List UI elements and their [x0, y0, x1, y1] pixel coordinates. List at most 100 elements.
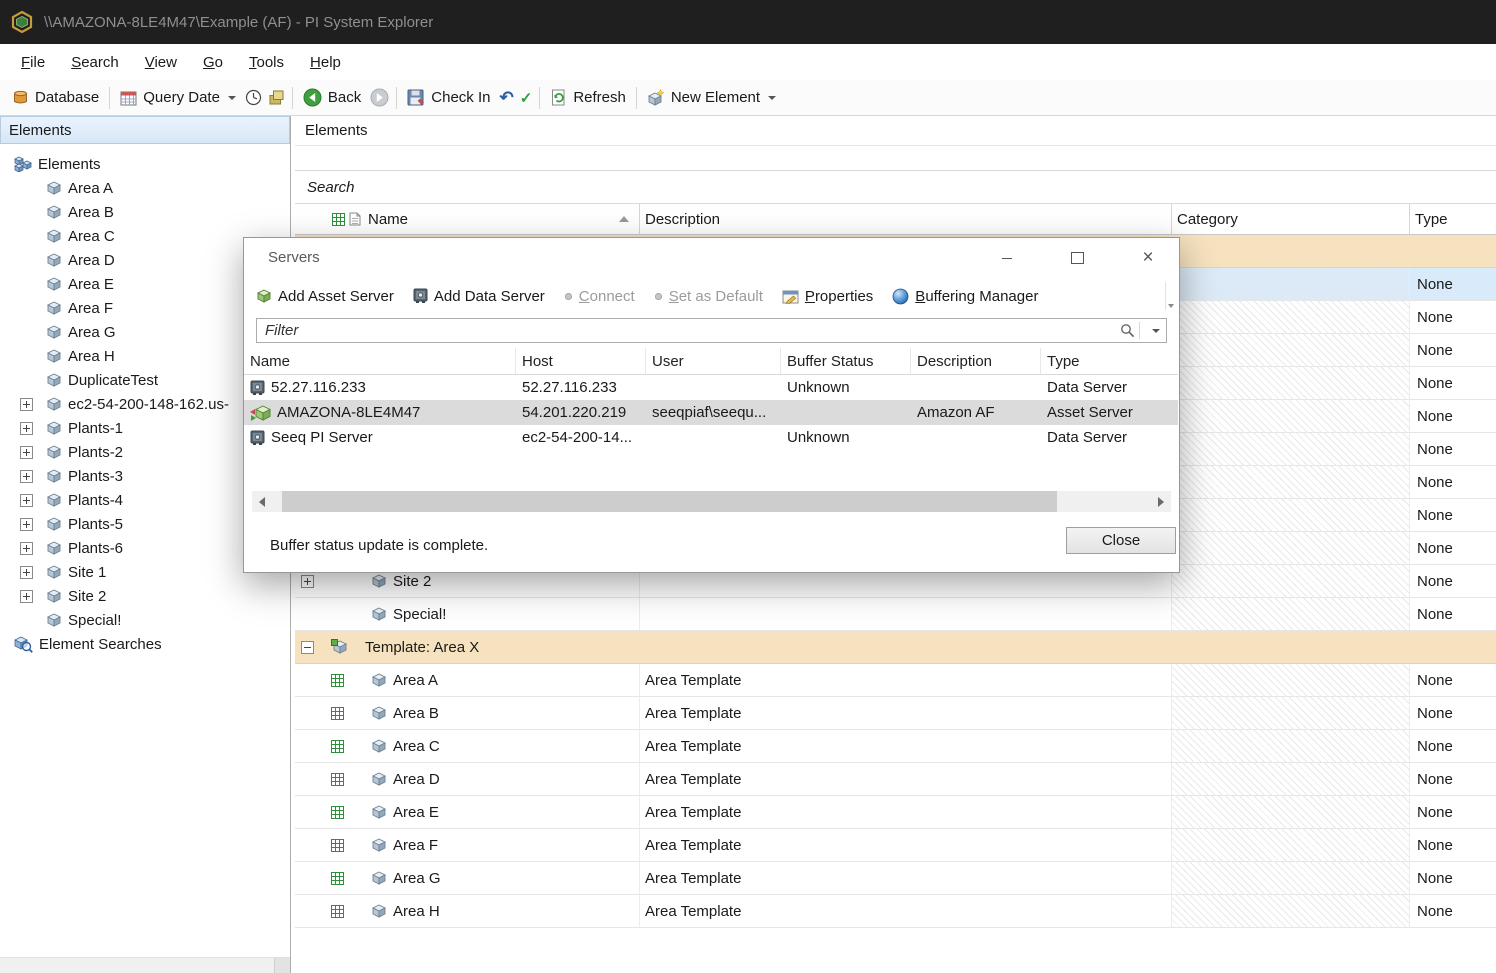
search-panel-label: Search — [307, 179, 355, 196]
group-header-template-area-x[interactable]: Template: Area X — [295, 631, 1496, 664]
column-header-type[interactable]: Type — [1410, 204, 1496, 234]
server-row-52-27-116-233[interactable]: 52.27.116.233 52.27.116.233 Unknown Data… — [244, 375, 1178, 400]
table-row-area-e[interactable]: Area EArea TemplateNone — [295, 796, 1496, 829]
column-header-user[interactable]: User — [646, 348, 781, 374]
maximize-button[interactable] — [1066, 247, 1088, 269]
dialog-toolbar: Add Asset Server Add Data Server Connect… — [244, 278, 1163, 314]
cell-type: None — [1417, 441, 1453, 458]
check-in-button[interactable]: Check In — [401, 84, 496, 112]
add-data-server-label: Add Data Server — [434, 288, 545, 305]
column-header-buffer-status[interactable]: Buffer Status — [781, 348, 911, 374]
refresh-button[interactable]: Refresh — [544, 84, 632, 112]
scroll-right-icon[interactable] — [1151, 491, 1171, 512]
filter-box[interactable] — [256, 318, 1167, 343]
tree-item-site-2[interactable]: Site 2 — [0, 584, 290, 608]
expand-icon[interactable] — [301, 575, 314, 588]
sidebar-horizontal-scrollbar[interactable] — [0, 957, 290, 973]
table-row-area-a[interactable]: Area AArea TemplateNone — [295, 664, 1496, 697]
properties-icon — [782, 289, 799, 304]
add-asset-server-button[interactable]: Add Asset Server — [256, 288, 394, 305]
toolbar-overflow-scrollbar[interactable] — [1165, 282, 1176, 310]
menu-tools[interactable]: Tools — [236, 48, 297, 77]
table-row-area-b[interactable]: Area BArea TemplateNone — [295, 697, 1496, 730]
database-button[interactable]: Database — [6, 84, 105, 112]
properties-button[interactable]: Properties — [782, 288, 873, 305]
buffering-manager-button[interactable]: Buffering Manager — [892, 288, 1038, 305]
cell-host: ec2-54-200-14... — [516, 425, 646, 450]
unique-attributes-icon — [331, 872, 344, 885]
expand-icon[interactable] — [20, 518, 33, 531]
column-header-description[interactable]: Description — [640, 204, 1172, 234]
scroll-left-icon[interactable] — [252, 491, 272, 512]
tree-item-element-searches[interactable]: Element Searches — [0, 632, 290, 656]
column-header-host[interactable]: Host — [516, 348, 646, 374]
search-panel[interactable]: Search — [295, 170, 1496, 204]
expand-icon[interactable] — [20, 542, 33, 555]
table-row-area-d[interactable]: Area DArea TemplateNone — [295, 763, 1496, 796]
column-header-label: Description — [917, 353, 992, 370]
table-row-area-g[interactable]: Area GArea TemplateNone — [295, 862, 1496, 895]
server-row-amazona-8le4m47[interactable]: AMAZONA-8LE4M47 54.201.220.219 seeqpiaf\… — [244, 400, 1178, 425]
page-icon — [349, 212, 361, 226]
table-row-special[interactable]: Special! None — [295, 598, 1496, 631]
search-icon[interactable] — [1120, 323, 1135, 338]
scrollbar-thumb[interactable] — [282, 491, 1057, 512]
new-element-button[interactable]: New Element — [641, 84, 782, 112]
table-header-row: Name Description Category Type — [295, 204, 1496, 235]
menu-view[interactable]: View — [132, 48, 190, 77]
menu-search[interactable]: Search — [58, 48, 132, 77]
server-row-seeq-pi-server[interactable]: Seeq PI Server ec2-54-200-14... Unknown … — [244, 425, 1178, 450]
database-icon — [12, 89, 29, 106]
tree-item-special[interactable]: Special! — [0, 608, 290, 632]
cell-type: None — [1417, 606, 1453, 623]
column-header-name[interactable]: Name — [363, 204, 640, 234]
filter-input[interactable] — [257, 322, 1120, 339]
cell-type: None — [1417, 540, 1453, 557]
add-data-server-button[interactable]: Add Data Server — [413, 288, 545, 305]
menu-help[interactable]: Help — [297, 48, 354, 77]
connect-button[interactable]: Connect — [564, 288, 635, 305]
expand-icon[interactable] — [20, 494, 33, 507]
expand-icon[interactable] — [20, 590, 33, 603]
apply-button[interactable]: ✓ — [517, 84, 536, 112]
expand-icon[interactable] — [20, 398, 33, 411]
table-row-area-c[interactable]: Area CArea TemplateNone — [295, 730, 1496, 763]
expand-icon[interactable] — [20, 422, 33, 435]
expand-icon[interactable] — [20, 446, 33, 459]
cell-buffer-status — [781, 400, 911, 425]
new-element-dropdown-icon[interactable] — [768, 96, 776, 100]
back-button[interactable]: Back — [297, 84, 367, 112]
unique-attributes-icon — [331, 740, 344, 753]
column-header-type[interactable]: Type — [1041, 348, 1178, 374]
expand-icon[interactable] — [20, 470, 33, 483]
menu-bar: File Search View Go Tools Help — [0, 44, 1496, 80]
column-header-name[interactable]: Name — [244, 348, 516, 374]
minimize-button[interactable] — [996, 247, 1018, 269]
table-row-area-h[interactable]: Area HArea TemplateNone — [295, 895, 1496, 928]
horizontal-scrollbar[interactable] — [252, 491, 1171, 512]
column-header-category[interactable]: Category — [1172, 204, 1410, 234]
set-as-default-button[interactable]: Set as Default — [654, 288, 763, 305]
set-as-default-label: Set as Default — [669, 288, 763, 305]
time-context-button[interactable] — [242, 84, 265, 112]
menu-go[interactable]: Go — [190, 48, 236, 77]
menu-file[interactable]: File — [8, 48, 58, 77]
element-cube-icon — [46, 252, 62, 268]
servers-dialog: Servers × Add Asset Server Add Data Serv… — [243, 237, 1180, 573]
column-header-description[interactable]: Description — [911, 348, 1041, 374]
tree-item-area-a[interactable]: Area A — [0, 176, 290, 200]
collapse-icon[interactable] — [301, 641, 314, 654]
tree-item-area-b[interactable]: Area B — [0, 200, 290, 224]
table-row-area-f[interactable]: Area FArea TemplateNone — [295, 829, 1496, 862]
close-icon[interactable]: × — [1137, 247, 1159, 269]
expand-icon[interactable] — [20, 566, 33, 579]
tree-root-elements[interactable]: Elements — [0, 152, 290, 176]
undo-checkout-button[interactable]: ↶ — [496, 84, 516, 112]
query-date-button[interactable]: Query Date — [114, 84, 242, 112]
data-server-icon — [413, 288, 428, 304]
close-button[interactable]: Close — [1066, 527, 1176, 554]
query-date-dropdown-icon[interactable] — [228, 96, 236, 100]
layers-button[interactable] — [265, 84, 288, 112]
filter-dropdown-icon[interactable] — [1152, 329, 1160, 333]
forward-button[interactable] — [367, 84, 392, 112]
